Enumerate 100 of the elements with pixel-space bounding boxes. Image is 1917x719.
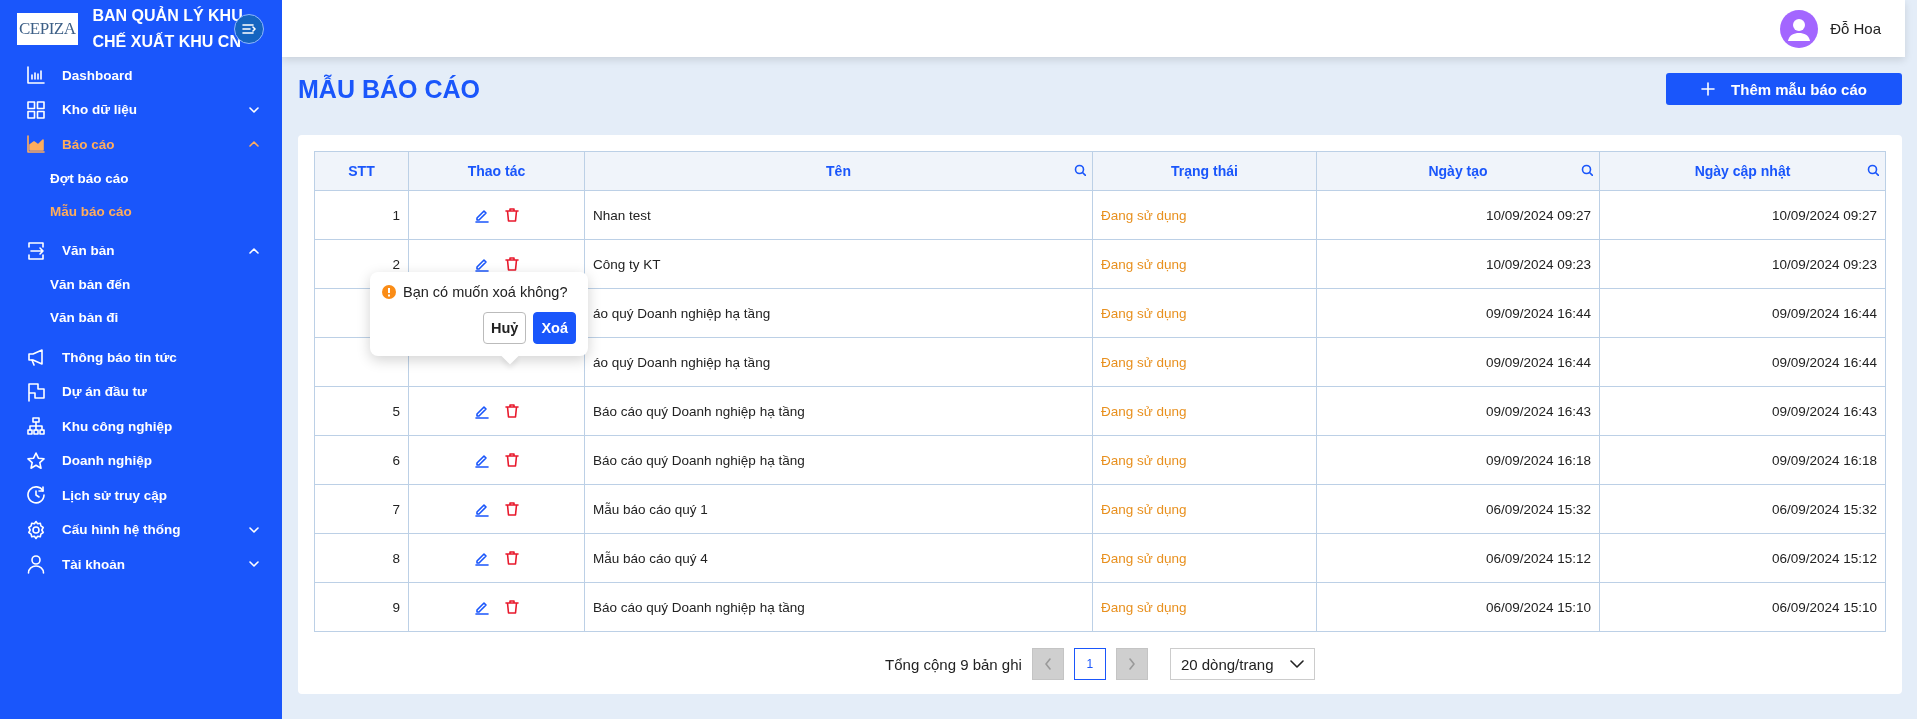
sidebar-item[interactable]: Thông báo tin tức <box>0 340 282 375</box>
pencil-icon <box>473 501 490 517</box>
sidebar-item[interactable]: Kho dữ liệu <box>0 92 282 127</box>
chevron-left-icon <box>1042 658 1053 670</box>
area-chart-icon <box>26 134 46 155</box>
edit-button[interactable] <box>473 599 490 615</box>
pencil-icon <box>473 452 490 468</box>
table-cell: Báo cáo quý Doanh nghiệp hạ tầng <box>584 582 1093 632</box>
status-text: Đang sử dụng <box>1092 190 1317 240</box>
table-cell: 09/09/2024 16:44 <box>1599 288 1886 338</box>
sidebar-item[interactable]: Lịch sử truy cập <box>0 478 282 513</box>
table-cell: 09/09/2024 16:44 <box>1599 337 1886 387</box>
submenu-item[interactable]: Văn bản đến <box>0 268 282 301</box>
delete-button[interactable] <box>503 501 520 517</box>
trash-icon <box>503 403 520 419</box>
status-text: Đang sử dụng <box>1092 484 1317 534</box>
delete-button[interactable] <box>503 550 520 566</box>
edit-button[interactable] <box>473 256 490 272</box>
popover-pointer <box>501 347 519 365</box>
logo: CEPIZA <box>17 13 78 45</box>
user-name: Đỗ Hoa <box>1830 20 1881 37</box>
trash-icon <box>503 501 520 517</box>
table-cell: 06/09/2024 15:32 <box>1599 484 1886 534</box>
pencil-icon <box>473 550 490 566</box>
table-cell: 09/09/2024 16:43 <box>1599 386 1886 436</box>
delete-button[interactable] <box>503 207 520 223</box>
edit-button[interactable] <box>473 207 490 223</box>
table-cell: 06/09/2024 15:12 <box>1599 533 1886 583</box>
delete-confirm-button[interactable]: Xoá <box>533 312 576 344</box>
edit-button[interactable] <box>473 403 490 419</box>
chevron-right-icon <box>1126 658 1137 670</box>
warning-icon <box>382 285 396 299</box>
table-cell: 9 <box>314 582 409 632</box>
table-cell: 6 <box>314 435 409 485</box>
grid-icon <box>26 99 46 120</box>
table-cell: Nhan test <box>584 190 1093 240</box>
trash-icon <box>503 550 520 566</box>
table-cell: Mẫu báo cáo quý 1 <box>584 484 1093 534</box>
table-cell: 09/09/2024 16:43 <box>1316 386 1600 436</box>
sidebar-item[interactable]: Doanh nghiệp <box>0 443 282 478</box>
pencil-icon <box>473 207 490 223</box>
sidebar-item[interactable]: Cấu hình hệ thống <box>0 512 282 547</box>
column-header[interactable]: Ngày tạo <box>1316 151 1600 191</box>
clock-icon <box>26 485 46 506</box>
status-text: Đang sử dụng <box>1092 435 1317 485</box>
table-cell: 06/09/2024 15:10 <box>1316 582 1600 632</box>
trash-icon <box>503 452 520 468</box>
edit-button[interactable] <box>473 550 490 566</box>
document-arrow-icon <box>26 240 46 261</box>
table-cell: Báo cáo quý Doanh nghiệp hạ tầng <box>584 386 1093 436</box>
sidebar-item[interactable]: Tài khoản <box>0 547 282 582</box>
bar-chart-icon <box>26 65 46 86</box>
table-cell: 5 <box>314 386 409 436</box>
submenu-item[interactable]: Đợt báo cáo <box>0 161 282 195</box>
submenu-item[interactable]: Văn bản đi <box>0 301 282 334</box>
submenu-item[interactable]: Mẫu báo cáo <box>0 194 282 228</box>
status-text: Đang sử dụng <box>1092 533 1317 583</box>
sidebar-item[interactable]: Dashboard <box>0 58 282 93</box>
delete-button[interactable] <box>503 403 520 419</box>
pencil-icon <box>473 599 490 615</box>
trash-icon <box>503 256 520 272</box>
column-header[interactable]: Trạng thái <box>1092 151 1317 191</box>
status-text: Đang sử dụng <box>1092 288 1317 338</box>
delete-button[interactable] <box>503 599 520 615</box>
table-cell: 06/09/2024 15:12 <box>1316 533 1600 583</box>
flag-icon <box>26 381 46 402</box>
delete-button[interactable] <box>503 256 520 272</box>
table-cell: 09/09/2024 16:18 <box>1599 435 1886 485</box>
edit-button[interactable] <box>473 501 490 517</box>
table-cell: 10/09/2024 09:27 <box>1316 190 1600 240</box>
status-text: Đang sử dụng <box>1092 239 1317 289</box>
page-button[interactable]: 1 <box>1073 648 1106 680</box>
chevron-down-icon <box>1289 659 1304 669</box>
column-header[interactable]: Thao tác <box>408 151 585 191</box>
avatar[interactable] <box>1780 9 1819 48</box>
status-text: Đang sử dụng <box>1092 386 1317 436</box>
sidebar-item[interactable]: Dự án đầu tư <box>0 374 282 409</box>
sidebar-item[interactable]: Văn bản <box>0 233 282 268</box>
table-cell: 10/09/2024 09:23 <box>1599 239 1886 289</box>
plus-icon <box>1701 82 1716 96</box>
column-header[interactable]: STT <box>314 151 409 191</box>
sidebar-item[interactable]: Báo cáo <box>0 127 282 162</box>
table-cell: 7 <box>314 484 409 534</box>
edit-button[interactable] <box>473 452 490 468</box>
column-header[interactable]: Ngày cập nhật <box>1599 151 1886 191</box>
table-cell: 1 <box>314 190 409 240</box>
table-cell: 06/09/2024 15:10 <box>1599 582 1886 632</box>
delete-button[interactable] <box>503 452 520 468</box>
status-text: Đang sử dụng <box>1092 582 1317 632</box>
table-cell: 10/09/2024 09:27 <box>1599 190 1886 240</box>
page-size-select[interactable]: 20 dòng/trang <box>1169 648 1315 680</box>
cancel-button[interactable]: Huỷ <box>483 312 527 344</box>
megaphone-icon <box>26 347 46 368</box>
add-button[interactable]: Thêm mẫu báo cáo <box>1666 73 1902 105</box>
pencil-icon <box>473 403 490 419</box>
sidebar-item[interactable]: Khu công nghiệp <box>0 409 282 444</box>
trash-icon <box>503 599 520 615</box>
table-cell: Báo cáo quý Doanh nghiệp hạ tầng <box>584 435 1093 485</box>
column-header[interactable]: Tên <box>584 151 1093 191</box>
pencil-icon <box>473 256 490 272</box>
